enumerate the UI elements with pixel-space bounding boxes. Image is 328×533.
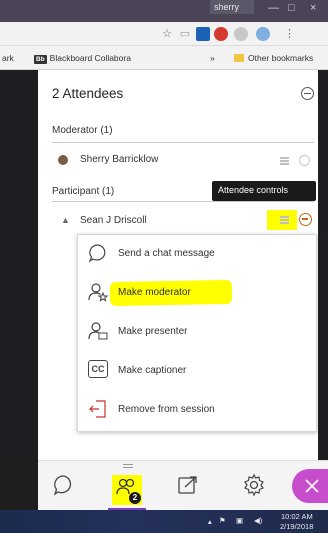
panel-more-options-icon[interactable]	[301, 87, 314, 100]
menu-item-label: Make captioner	[118, 365, 187, 376]
extension-gray-icon[interactable]	[234, 27, 248, 41]
menu-item-label: Make presenter	[118, 326, 188, 337]
moderator-controls-icon[interactable]	[299, 155, 310, 166]
profile-label[interactable]: sherry	[210, 0, 254, 14]
user-star-icon	[88, 283, 108, 302]
attendee-controls-icon[interactable]	[299, 213, 312, 226]
participant-divider	[52, 201, 314, 202]
volume-icon[interactable]: ◀)	[254, 516, 262, 525]
menu-item-label: Make moderator	[118, 287, 191, 298]
menu-dots-icon[interactable]: ⋮	[284, 27, 295, 41]
bookmark-truncated[interactable]: ark	[2, 53, 14, 63]
attendee-controls-tooltip: Attendee controls	[212, 181, 316, 201]
bookmarks-bar: ark Bb Blackboard Collabora » Other bookm…	[0, 46, 328, 70]
bookmark-star-icon[interactable]: ☆	[160, 27, 174, 41]
moderator-name[interactable]: Sherry Barricklow	[80, 154, 158, 165]
other-bookmarks[interactable]: Other bookmarks	[234, 53, 313, 63]
chat-bubble-icon	[88, 244, 106, 263]
moderator-section-label: Moderator (1)	[52, 125, 113, 136]
menu-item-remove-from-session[interactable]: Remove from session	[78, 391, 316, 429]
window-title-bar: sherry — □ ×	[0, 0, 328, 22]
bookmark-blackboard[interactable]: Bb Blackboard Collabora	[34, 53, 131, 64]
left-gutter	[0, 70, 38, 460]
participant-name[interactable]: Sean J Driscoll	[80, 215, 147, 226]
moderator-avatar	[58, 155, 68, 165]
os-taskbar: ▴ ⚑ ▣ ◀) 10:02 AM 2/19/2018	[0, 510, 328, 533]
extension-blue-icon[interactable]	[256, 27, 270, 41]
participant-section-label: Participant (1)	[52, 186, 115, 197]
maximize-button[interactable]: □	[288, 2, 295, 14]
right-gutter	[318, 70, 328, 460]
network-icon[interactable]: ▣	[236, 516, 243, 525]
cc-icon: CC	[88, 360, 108, 378]
attendee-count-badge: 2	[129, 492, 141, 504]
menu-item-make-presenter[interactable]: Make presenter	[78, 313, 316, 351]
flag-icon[interactable]: ⚑	[219, 516, 226, 525]
browser-toolbar: ☆ ▭ ⋮	[0, 22, 328, 46]
attendee-context-menu: Send a chat message Make moderator Make …	[77, 234, 317, 432]
clock-date[interactable]: 2/19/2018	[280, 522, 313, 531]
clock-time[interactable]: 10:02 AM	[281, 512, 313, 521]
exit-door-icon	[89, 400, 106, 418]
menu-item-label: Remove from session	[118, 404, 215, 415]
close-x-icon	[305, 479, 319, 493]
participant-person-icon: ▲	[61, 215, 70, 225]
collab-bottom-nav: 2	[38, 460, 328, 511]
drag-grip-icon[interactable]	[123, 464, 133, 468]
close-panel-button[interactable]	[292, 469, 328, 503]
moderator-list-icon	[280, 157, 289, 165]
moderator-divider	[52, 142, 314, 143]
bookmark-blackboard-label: Blackboard Collabora	[49, 53, 131, 63]
extension-s-icon[interactable]	[196, 27, 210, 41]
menu-item-make-moderator[interactable]: Make moderator	[78, 274, 316, 312]
chat-nav-icon[interactable]	[52, 473, 76, 497]
participant-list-icon	[280, 216, 289, 224]
minimize-button[interactable]: —	[268, 2, 279, 14]
share-content-icon[interactable]	[176, 473, 200, 497]
panel-title: 2 Attendees	[52, 86, 124, 101]
tray-up-arrow-icon[interactable]: ▴	[208, 517, 212, 526]
user-presenter-icon	[88, 322, 108, 340]
cast-icon[interactable]: ▭	[178, 27, 192, 41]
menu-item-make-captioner[interactable]: CC Make captioner	[78, 352, 316, 390]
folder-icon	[234, 54, 244, 62]
other-bookmarks-label: Other bookmarks	[248, 53, 314, 63]
adblock-icon[interactable]	[214, 27, 228, 41]
bookmarks-overflow[interactable]: »	[210, 53, 215, 63]
blackboard-logo-icon: Bb	[34, 55, 47, 64]
menu-item-label: Send a chat message	[118, 248, 215, 259]
close-window-button[interactable]: ×	[310, 2, 316, 14]
settings-gear-icon[interactable]	[242, 473, 266, 497]
menu-item-send-chat[interactable]: Send a chat message	[78, 235, 316, 273]
